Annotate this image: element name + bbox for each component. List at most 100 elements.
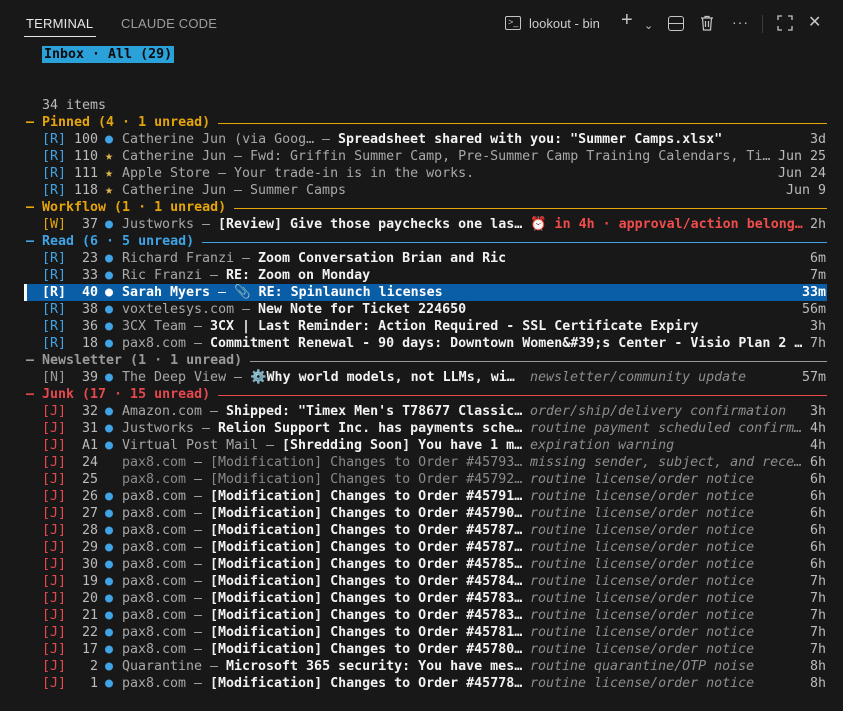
message-tag: [R] xyxy=(42,132,67,147)
message-row[interactable]: [J] 25 pax8.com — [Modification] Changes to … xyxy=(0,471,843,488)
message-subject: Relion Support Inc. has payments sche… xyxy=(218,421,523,436)
message-row[interactable]: [J] 26 ● pax8.com — [Modification] Changes to… xyxy=(0,488,843,505)
message-sender: 3CX Team xyxy=(122,319,187,334)
trash-icon[interactable] xyxy=(700,15,714,31)
message-row[interactable]: [R] 18 ● pax8.com — Commitment Renewal - 90 d… xyxy=(0,335,843,352)
message-row[interactable]: [J] A1 ● Virtual Post Mail — [Shredding Soon]… xyxy=(0,437,843,454)
message-subject: [Modification] Changes to Order #45783… xyxy=(210,591,523,606)
message-age: 7h xyxy=(809,625,826,640)
message-age: 6h xyxy=(809,455,826,470)
message-tag: [J] xyxy=(42,625,67,640)
group-rule-left: — xyxy=(26,387,35,402)
separator-dash: — xyxy=(266,438,275,453)
message-row[interactable]: [J] 29 ● pax8.com — [Modification] Changes to… xyxy=(0,539,843,556)
message-row[interactable]: [R] 33 ● Ric Franzi — RE: Zoom on Monday 7m xyxy=(0,267,843,284)
message-row[interactable]: [J] 21 ● pax8.com — [Modification] Changes to… xyxy=(0,607,843,624)
message-number: 40 xyxy=(81,285,98,300)
message-age: 3h xyxy=(809,319,826,334)
message-sender: Apple Store xyxy=(122,166,211,181)
message-number: 21 xyxy=(81,608,98,623)
message-sender: Catherine Jun (via Goog… xyxy=(122,132,315,147)
maximize-icon[interactable] xyxy=(777,15,793,31)
message-age: 3h xyxy=(809,404,826,419)
separator-dash: — xyxy=(202,421,211,436)
message-tag: [J] xyxy=(42,455,67,470)
group-header-newsletter[interactable]: — Newsletter (1 · 1 unread) xyxy=(0,352,843,369)
message-row[interactable]: [R] 110 ★ Catherine Jun — Fwd: Griffin Summer… xyxy=(0,148,843,165)
message-subject: [Review] Give those paychecks one las… xyxy=(218,217,523,232)
message-row[interactable]: [J] 24 pax8.com — [Modification] Changes to … xyxy=(0,454,843,471)
message-row[interactable]: [J] 2 ● Quarantine — Microsoft 365 security: … xyxy=(0,658,843,675)
chevron-down-icon[interactable]: ⌄ xyxy=(644,17,653,35)
message-row[interactable]: [J] 31 ● Justworks — Relion Support Inc. has … xyxy=(0,420,843,437)
message-subject: [Modification] Changes to Order #45787… xyxy=(210,523,523,538)
more-icon[interactable]: ··· xyxy=(732,13,749,31)
close-icon[interactable]: ✕ xyxy=(808,14,821,32)
inbox-badge: Inbox · All (29) xyxy=(42,46,175,63)
message-row[interactable]: [R] 38 ● voxtelesys.com — New Note for Ticket… xyxy=(0,301,843,318)
unread-dot-icon: ● xyxy=(105,268,114,283)
message-sender: pax8.com xyxy=(122,472,187,487)
separator-dash: — xyxy=(194,676,203,691)
group-rule xyxy=(250,361,827,362)
message-note: routine license/order notice xyxy=(530,625,755,640)
message-row[interactable]: [R] 118 ★ Catherine Jun — Summer Camps Jun 9 xyxy=(0,182,843,199)
message-row[interactable]: [R] 111 ★ Apple Store — Your trade-in is in t… xyxy=(0,165,843,182)
separator-dash: — xyxy=(194,523,203,538)
terminal-icon[interactable]: >_ xyxy=(505,16,521,30)
message-age: Jun 9 xyxy=(785,183,826,198)
message-sender: Justworks xyxy=(122,421,195,436)
message-row[interactable]: [J] 32 ● Amazon.com — Shipped: "Timex Men's T… xyxy=(0,403,843,420)
message-tag: [R] xyxy=(42,183,67,198)
message-number: A1 xyxy=(81,438,98,453)
message-row[interactable]: [N] 39 ● The Deep View — ⚙️Why world models, … xyxy=(0,369,843,386)
message-number: 24 xyxy=(81,455,98,470)
message-age: 6m xyxy=(809,251,826,266)
message-row[interactable]: [J] 27 ● pax8.com — [Modification] Changes to… xyxy=(0,505,843,522)
message-subject: Fwd: Griffin Summer Camp, Pre-Summer Cam… xyxy=(250,149,771,164)
inbox-row: Inbox · All (29) xyxy=(0,46,843,63)
message-row[interactable]: [J] 30 ● pax8.com — [Modification] Changes to… xyxy=(0,556,843,573)
plus-icon[interactable]: + xyxy=(621,10,633,30)
message-age: 6h xyxy=(809,540,826,555)
message-note: newsletter/community update xyxy=(530,370,747,385)
message-row[interactable]: [R] 40 ● Sarah Myers — 📎 RE: Spinlaunch licen… xyxy=(0,284,843,301)
message-row[interactable]: [J] 1 ● pax8.com — [Modification] Changes to … xyxy=(0,675,843,692)
message-note: routine license/order notice xyxy=(530,540,755,555)
group-header-read[interactable]: — Read (6 · 5 unread) xyxy=(0,233,843,250)
message-number: 38 xyxy=(81,302,98,317)
message-age: Jun 25 xyxy=(777,149,826,164)
message-row[interactable]: [R] 100 ● Catherine Jun (via Goog… — Spreadsh… xyxy=(0,131,843,148)
message-tag: [J] xyxy=(42,438,67,453)
separator-dash: — xyxy=(194,625,203,640)
message-subject: [Modification] Changes to Order #45787… xyxy=(210,540,523,555)
message-subject: Zoom Conversation Brian and Ric xyxy=(258,251,507,266)
message-subject: [Modification] Changes to Order #45785… xyxy=(210,557,523,572)
message-row[interactable]: [R] 36 ● 3CX Team — 3CX | Last Reminder: Acti… xyxy=(0,318,843,335)
group-header-junk[interactable]: — Junk (17 · 15 unread) xyxy=(0,386,843,403)
message-row[interactable]: [J] 20 ● pax8.com — [Modification] Changes to… xyxy=(0,590,843,607)
message-row[interactable]: [J] 17 ● pax8.com — [Modification] Changes to… xyxy=(0,641,843,658)
separator-dash: — xyxy=(234,149,243,164)
group-header-workflow[interactable]: — Workflow (1 · 1 unread) xyxy=(0,199,843,216)
message-row[interactable]: [J] 22 ● pax8.com — [Modification] Changes to… xyxy=(0,624,843,641)
message-row[interactable]: [J] 28 ● pax8.com — [Modification] Changes to… xyxy=(0,522,843,539)
message-row[interactable]: [W] 37 ● Justworks — [Review] Give those payc… xyxy=(0,216,843,233)
message-row[interactable]: [R] 23 ● Richard Franzi — Zoom Conversation B… xyxy=(0,250,843,267)
tab-terminal[interactable]: TERMINAL xyxy=(26,16,93,31)
separator-dash: — xyxy=(234,183,243,198)
message-sender: Quarantine xyxy=(122,659,203,674)
terminal-output[interactable]: Inbox · All (29) 34 items — Pinned (4 · 1… xyxy=(0,46,843,711)
unread-dot-icon: ● xyxy=(105,217,114,232)
message-note: routine license/order notice xyxy=(530,676,755,691)
terminal-name[interactable]: lookout - bin xyxy=(529,16,600,31)
tab-claude-code[interactable]: CLAUDE CODE xyxy=(121,16,217,31)
message-tag: [J] xyxy=(42,472,67,487)
split-icon[interactable] xyxy=(668,16,684,31)
message-sender: pax8.com xyxy=(122,557,187,572)
group-header-pinned[interactable]: — Pinned (4 · 1 unread) xyxy=(0,114,843,131)
separator-dash: — xyxy=(210,404,219,419)
message-row[interactable]: [J] 19 ● pax8.com — [Modification] Changes to… xyxy=(0,573,843,590)
separator-dash: — xyxy=(194,540,203,555)
star-icon: ★ xyxy=(105,183,114,198)
